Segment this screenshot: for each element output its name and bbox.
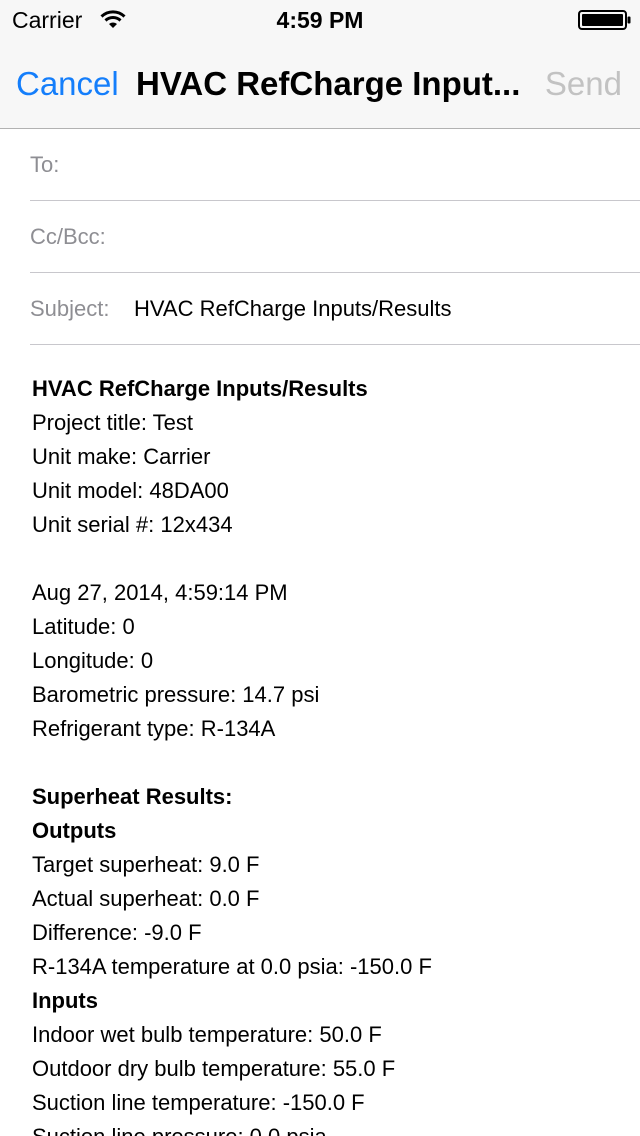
cc-bcc-field[interactable]: Cc/Bcc: xyxy=(30,201,640,273)
body-r134a-temperature: R-134A temperature at 0.0 psia: -150.0 F xyxy=(32,954,432,979)
status-time: 4:59 PM xyxy=(276,7,364,33)
body-suction-line-temperature: Suction line temperature: -150.0 F xyxy=(32,1090,365,1115)
send-button[interactable]: Send xyxy=(545,64,622,104)
body-unit-serial: Unit serial #: 12x434 xyxy=(32,512,233,537)
subject-label: Subject: xyxy=(30,296,110,321)
body-longitude: Longitude: 0 xyxy=(32,648,154,673)
nav-title: HVAC RefCharge Input... xyxy=(136,65,521,102)
message-body[interactable]: HVAC RefCharge Inputs/Results Project ti… xyxy=(32,372,612,1136)
body-barometric-pressure: Barometric pressure: 14.7 psi xyxy=(32,682,320,707)
mail-compose-screen: Carrier 4:59 PM Cancel HVAC RefCharge In… xyxy=(0,0,640,1136)
cancel-button[interactable]: Cancel xyxy=(16,64,119,104)
body-actual-superheat: Actual superheat: 0.0 F xyxy=(32,886,260,911)
body-difference: Difference: -9.0 F xyxy=(32,920,202,945)
to-field[interactable]: To: xyxy=(30,129,640,201)
battery-icon xyxy=(578,10,631,30)
body-latitude: Latitude: 0 xyxy=(32,614,135,639)
cc-bcc-label: Cc/Bcc: xyxy=(30,224,106,249)
subject-input[interactable]: HVAC RefCharge Inputs/Results xyxy=(134,294,452,324)
body-outdoor-dry-bulb: Outdoor dry bulb temperature: 55.0 F xyxy=(32,1056,396,1081)
body-datetime: Aug 27, 2014, 4:59:14 PM xyxy=(32,580,288,605)
body-project-title: Project title: Test xyxy=(32,410,193,435)
body-unit-make: Unit make: Carrier xyxy=(32,444,211,469)
body-refrigerant-type: Refrigerant type: R-134A xyxy=(32,716,276,741)
subject-field[interactable]: Subject: HVAC RefCharge Inputs/Results xyxy=(30,273,640,345)
body-indoor-wet-bulb: Indoor wet bulb temperature: 50.0 F xyxy=(32,1022,382,1047)
body-suction-line-pressure: Suction line pressure: 0.0 psia xyxy=(32,1120,612,1136)
body-unit-model: Unit model: 48DA00 xyxy=(32,478,229,503)
status-bar: Carrier 4:59 PM xyxy=(0,0,640,40)
body-superheat-heading: Superheat Results: xyxy=(32,784,233,809)
body-target-superheat: Target superheat: 9.0 F xyxy=(32,852,260,877)
navigation-bar: Cancel HVAC RefCharge Input... Send xyxy=(0,40,640,129)
body-inputs-heading: Inputs xyxy=(32,988,98,1013)
to-label: To: xyxy=(30,152,60,177)
body-heading: HVAC RefCharge Inputs/Results xyxy=(32,376,368,401)
body-outputs-heading: Outputs xyxy=(32,818,117,843)
